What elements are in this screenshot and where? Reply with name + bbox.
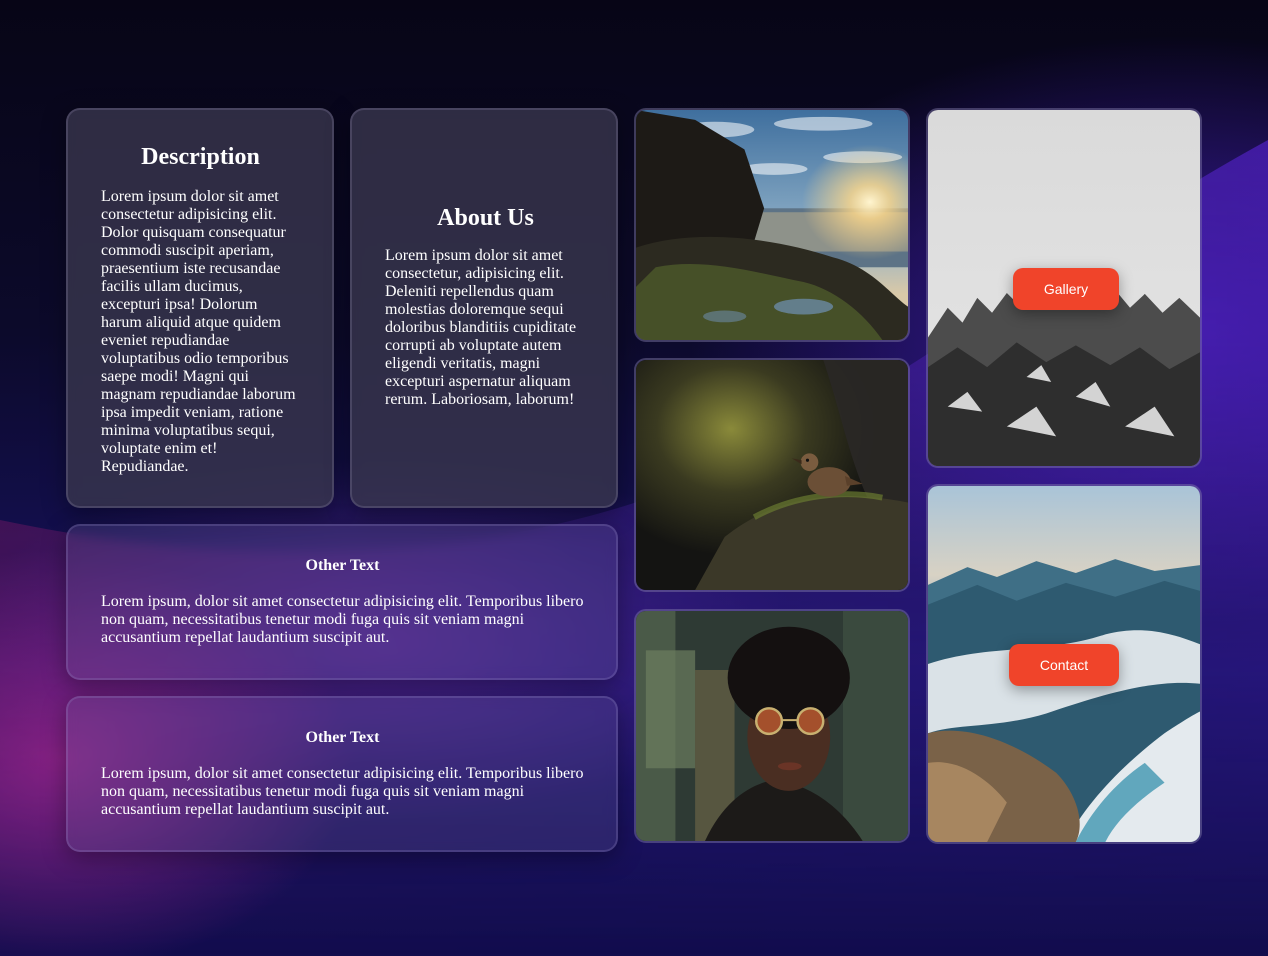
other-text-card-1: Other Text Lorem ipsum, dolor sit amet c… bbox=[66, 524, 618, 680]
other-text-body-1: Lorem ipsum, dolor sit amet consectetur … bbox=[101, 593, 584, 646]
description-card: Description Lorem ipsum dolor sit amet c… bbox=[66, 108, 334, 508]
other-text-card-2: Other Text Lorem ipsum, dolor sit amet c… bbox=[66, 696, 618, 852]
contact-mountain-card: Contact bbox=[926, 484, 1202, 844]
gallery-button[interactable]: Gallery bbox=[1013, 268, 1119, 310]
bird-in-forest-image bbox=[634, 358, 910, 592]
other-text-title-1: Other Text bbox=[305, 557, 380, 574]
about-us-text: Lorem ipsum dolor sit amet consectetur, … bbox=[385, 247, 577, 408]
description-title: Description bbox=[141, 144, 260, 170]
about-us-title: About Us bbox=[437, 205, 534, 231]
other-text-body-2: Lorem ipsum, dolor sit amet consectetur … bbox=[101, 765, 584, 818]
gallery-mountain-card: Gallery bbox=[926, 108, 1202, 468]
contact-button[interactable]: Contact bbox=[1009, 644, 1119, 686]
coastline-sunset-image bbox=[634, 108, 910, 342]
other-text-title-2: Other Text bbox=[305, 729, 380, 746]
portrait-image bbox=[634, 609, 910, 843]
description-text: Lorem ipsum dolor sit amet consectetur a… bbox=[101, 188, 296, 475]
about-us-card: About Us Lorem ipsum dolor sit amet cons… bbox=[350, 108, 618, 508]
